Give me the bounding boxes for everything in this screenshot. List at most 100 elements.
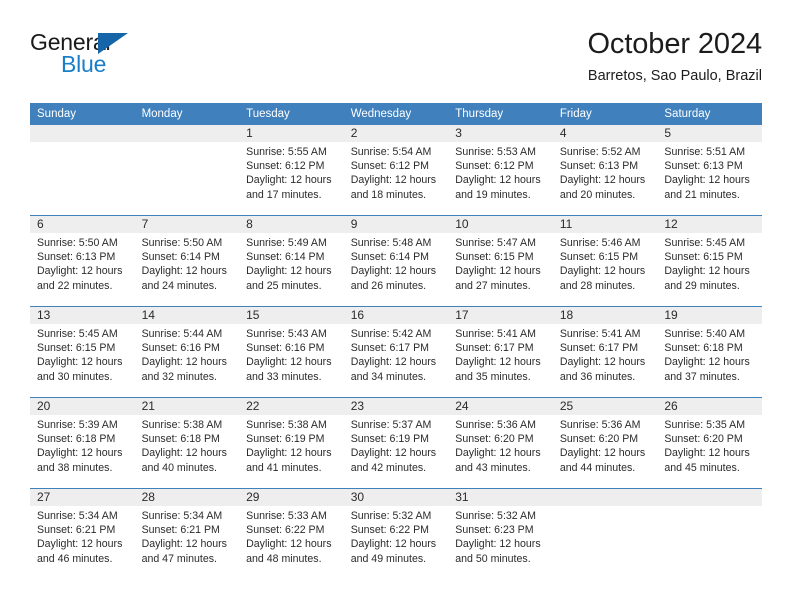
day-number: 1 — [239, 125, 344, 142]
day-number: 29 — [239, 489, 344, 506]
calendar-day-cell[interactable]: 6 Sunrise: 5:50 AM Sunset: 6:13 PM Daylight… — [30, 215, 135, 307]
calendar-day-cell[interactable]: 13 Sunrise: 5:45 AM Sunset: 6:15 PM Dayligh… — [30, 306, 135, 398]
day-details: Sunrise: 5:43 AM Sunset: 6:16 PM Daylight:… — [239, 324, 344, 384]
calendar-day-cell[interactable]: 29 Sunrise: 5:33 AM Sunset: 6:22 PM Dayligh… — [239, 488, 344, 579]
sunrise-text: Sunrise: 5:44 AM — [141, 328, 223, 340]
calendar-day-cell[interactable]: 19 Sunrise: 5:40 AM Sunset: 6:18 PM Dayligh… — [657, 306, 762, 398]
calendar-day-cell[interactable]: 23 Sunrise: 5:37 AM Sunset: 6:19 PM Dayligh… — [343, 397, 449, 489]
sunset-text: Sunset: 6:21 PM — [141, 524, 220, 537]
sunset-text: Sunset: 6:20 PM — [559, 433, 639, 446]
day-details: Sunrise: 5:50 AM Sunset: 6:13 PM Daylight:… — [30, 233, 135, 293]
daylight-text: Daylight: 12 hours and 24 minutes. — [141, 265, 227, 292]
calendar-day-cell[interactable]: 10 Sunrise: 5:47 AM Sunset: 6:15 PM Dayligh… — [448, 215, 553, 307]
day-number: 13 — [30, 307, 135, 324]
calendar-day-cell[interactable]: 31 Sunrise: 5:32 AM Sunset: 6:23 PM Dayligh… — [448, 488, 553, 579]
day-details: Sunrise: 5:51 AM Sunset: 6:13 PM Daylight:… — [657, 142, 762, 202]
day-details: Sunrise: 5:42 AM Sunset: 6:17 PM Daylight:… — [344, 324, 449, 384]
calendar-day-cell[interactable]: 9 Sunrise: 5:48 AM Sunset: 6:14 PM Daylight… — [343, 215, 449, 307]
calendar-day-cell[interactable]: 21 Sunrise: 5:38 AM Sunset: 6:18 PM Dayligh… — [134, 397, 240, 489]
calendar-day-cell[interactable]: 27 Sunrise: 5:34 AM Sunset: 6:21 PM Dayligh… — [30, 488, 135, 579]
day-cell-inner: 15 Sunrise: 5:43 AM Sunset: 6:16 PM Dayligh… — [239, 307, 344, 397]
day-details: Sunrise: 5:41 AM Sunset: 6:17 PM Daylight:… — [553, 324, 658, 384]
calendar-day-cell[interactable]: 7 Sunrise: 5:50 AM Sunset: 6:14 PM Daylight… — [134, 215, 240, 307]
calendar-day-cell[interactable]: 5 Sunrise: 5:51 AM Sunset: 6:13 PM Daylight… — [657, 125, 762, 216]
page-header: General Blue October 2024 Barretos, Sao … — [30, 26, 762, 98]
general-blue-logo[interactable]: General Blue — [30, 30, 150, 84]
weekday-header-wednesday: Wednesday — [343, 103, 449, 125]
sunrise-text: Sunrise: 5:54 AM — [350, 146, 432, 158]
calendar-day-cell[interactable]: 18 Sunrise: 5:41 AM Sunset: 6:17 PM Dayligh… — [552, 306, 658, 398]
sunset-text: Sunset: 6:14 PM — [246, 251, 325, 264]
sunrise-text: Sunrise: 5:38 AM — [141, 419, 223, 431]
daylight-text: Daylight: 12 hours and 45 minutes. — [664, 447, 750, 474]
daylight-text: Daylight: 12 hours and 21 minutes. — [664, 174, 750, 201]
calendar-day-cell[interactable]: 28 Sunrise: 5:34 AM Sunset: 6:21 PM Dayligh… — [134, 488, 240, 579]
day-number: 11 — [552, 216, 658, 233]
calendar-day-cell[interactable]: 4 Sunrise: 5:52 AM Sunset: 6:13 PM Daylight… — [552, 125, 658, 216]
daylight-text: Daylight: 12 hours and 32 minutes. — [141, 356, 227, 383]
sunrise-text: Sunrise: 5:41 AM — [455, 328, 536, 340]
day-cell-inner: 19 Sunrise: 5:40 AM Sunset: 6:18 PM Dayligh… — [657, 307, 762, 397]
sunset-text: Sunset: 6:17 PM — [559, 342, 639, 355]
sunset-text: Sunset: 6:19 PM — [246, 433, 325, 446]
calendar-day-cell[interactable]: 11 Sunrise: 5:46 AM Sunset: 6:15 PM Dayligh… — [552, 215, 658, 307]
sunrise-text: Sunrise: 5:32 AM — [455, 510, 536, 522]
daylight-text: Daylight: 12 hours and 50 minutes. — [455, 538, 541, 565]
day-details: Sunrise: 5:36 AM Sunset: 6:20 PM Daylight:… — [448, 415, 553, 475]
calendar-day-cell[interactable]: 24 Sunrise: 5:36 AM Sunset: 6:20 PM Dayligh… — [448, 397, 553, 489]
sunrise-text: Sunrise: 5:50 AM — [37, 237, 118, 249]
calendar-day-cell[interactable]: 30 Sunrise: 5:32 AM Sunset: 6:22 PM Dayligh… — [343, 488, 449, 579]
daylight-text: Daylight: 12 hours and 33 minutes. — [246, 356, 332, 383]
calendar-week-row: 13 Sunrise: 5:45 AM Sunset: 6:15 PM Dayligh… — [30, 306, 762, 398]
day-cell-inner: 9 Sunrise: 5:48 AM Sunset: 6:14 PM Daylight… — [343, 216, 449, 306]
day-cell-inner: 5 Sunrise: 5:51 AM Sunset: 6:13 PM Daylight… — [657, 125, 762, 215]
logo-text-blue: Blue — [61, 51, 107, 77]
calendar-day-cell[interactable]: 25 Sunrise: 5:36 AM Sunset: 6:20 PM Dayligh… — [552, 397, 658, 489]
calendar-week-row: 6 Sunrise: 5:50 AM Sunset: 6:13 PM Daylight… — [30, 215, 762, 307]
day-cell-inner: 26 Sunrise: 5:35 AM Sunset: 6:20 PM Dayligh… — [657, 398, 762, 488]
calendar-empty-cell — [552, 488, 658, 579]
day-cell-inner — [657, 489, 762, 579]
daylight-text: Daylight: 12 hours and 17 minutes. — [246, 174, 332, 201]
calendar-day-cell[interactable]: 15 Sunrise: 5:43 AM Sunset: 6:16 PM Dayligh… — [239, 306, 344, 398]
daylight-text: Daylight: 12 hours and 19 minutes. — [455, 174, 541, 201]
sunset-text: Sunset: 6:18 PM — [141, 433, 220, 446]
calendar-week-row: 27 Sunrise: 5:34 AM Sunset: 6:21 PM Dayligh… — [30, 488, 762, 579]
calendar-day-cell[interactable]: 16 Sunrise: 5:42 AM Sunset: 6:17 PM Dayligh… — [343, 306, 449, 398]
calendar-day-cell[interactable]: 17 Sunrise: 5:41 AM Sunset: 6:17 PM Dayligh… — [448, 306, 553, 398]
day-number — [30, 125, 135, 142]
day-details: Sunrise: 5:52 AM Sunset: 6:13 PM Daylight:… — [553, 142, 658, 202]
calendar-day-cell[interactable]: 2 Sunrise: 5:54 AM Sunset: 6:12 PM Daylight… — [343, 125, 449, 216]
day-number: 3 — [448, 125, 553, 142]
calendar-day-cell[interactable]: 12 Sunrise: 5:45 AM Sunset: 6:15 PM Dayligh… — [657, 215, 762, 307]
sunrise-text: Sunrise: 5:46 AM — [559, 237, 641, 249]
calendar-week-row: 1 Sunrise: 5:55 AM Sunset: 6:12 PM Daylight… — [30, 125, 762, 216]
day-cell-inner: 3 Sunrise: 5:53 AM Sunset: 6:12 PM Daylight… — [448, 125, 553, 215]
day-details: Sunrise: 5:33 AM Sunset: 6:22 PM Daylight:… — [239, 506, 344, 566]
sunrise-text: Sunrise: 5:41 AM — [559, 328, 641, 340]
daylight-text: Daylight: 12 hours and 42 minutes. — [350, 447, 437, 474]
calendar-day-cell[interactable]: 22 Sunrise: 5:38 AM Sunset: 6:19 PM Dayligh… — [239, 397, 344, 489]
day-cell-inner: 7 Sunrise: 5:50 AM Sunset: 6:14 PM Daylight… — [134, 216, 240, 306]
daylight-text: Daylight: 12 hours and 22 minutes. — [37, 265, 123, 292]
calendar-day-cell[interactable]: 14 Sunrise: 5:44 AM Sunset: 6:16 PM Dayligh… — [134, 306, 240, 398]
day-number: 26 — [657, 398, 762, 415]
sunset-text: Sunset: 6:21 PM — [37, 524, 116, 537]
day-number: 18 — [552, 307, 658, 324]
calendar-day-cell[interactable]: 1 Sunrise: 5:55 AM Sunset: 6:12 PM Daylight… — [239, 125, 344, 216]
calendar-day-cell[interactable]: 3 Sunrise: 5:53 AM Sunset: 6:12 PM Daylight… — [448, 125, 553, 216]
sunset-text: Sunset: 6:17 PM — [455, 342, 534, 355]
sunrise-text: Sunrise: 5:49 AM — [246, 237, 327, 249]
day-cell-inner — [134, 125, 240, 215]
day-details: Sunrise: 5:32 AM Sunset: 6:22 PM Daylight:… — [344, 506, 449, 566]
sunrise-text: Sunrise: 5:33 AM — [246, 510, 327, 522]
daylight-text: Daylight: 12 hours and 18 minutes. — [350, 174, 437, 201]
calendar-day-cell[interactable]: 26 Sunrise: 5:35 AM Sunset: 6:20 PM Dayligh… — [657, 397, 762, 489]
sunrise-text: Sunrise: 5:43 AM — [246, 328, 327, 340]
calendar-day-cell[interactable]: 20 Sunrise: 5:39 AM Sunset: 6:18 PM Dayligh… — [30, 397, 135, 489]
sunset-text: Sunset: 6:14 PM — [141, 251, 220, 264]
day-number: 19 — [657, 307, 762, 324]
sunset-text: Sunset: 6:20 PM — [664, 433, 743, 446]
calendar-day-cell[interactable]: 8 Sunrise: 5:49 AM Sunset: 6:14 PM Daylight… — [239, 215, 344, 307]
daylight-text: Daylight: 12 hours and 38 minutes. — [37, 447, 123, 474]
